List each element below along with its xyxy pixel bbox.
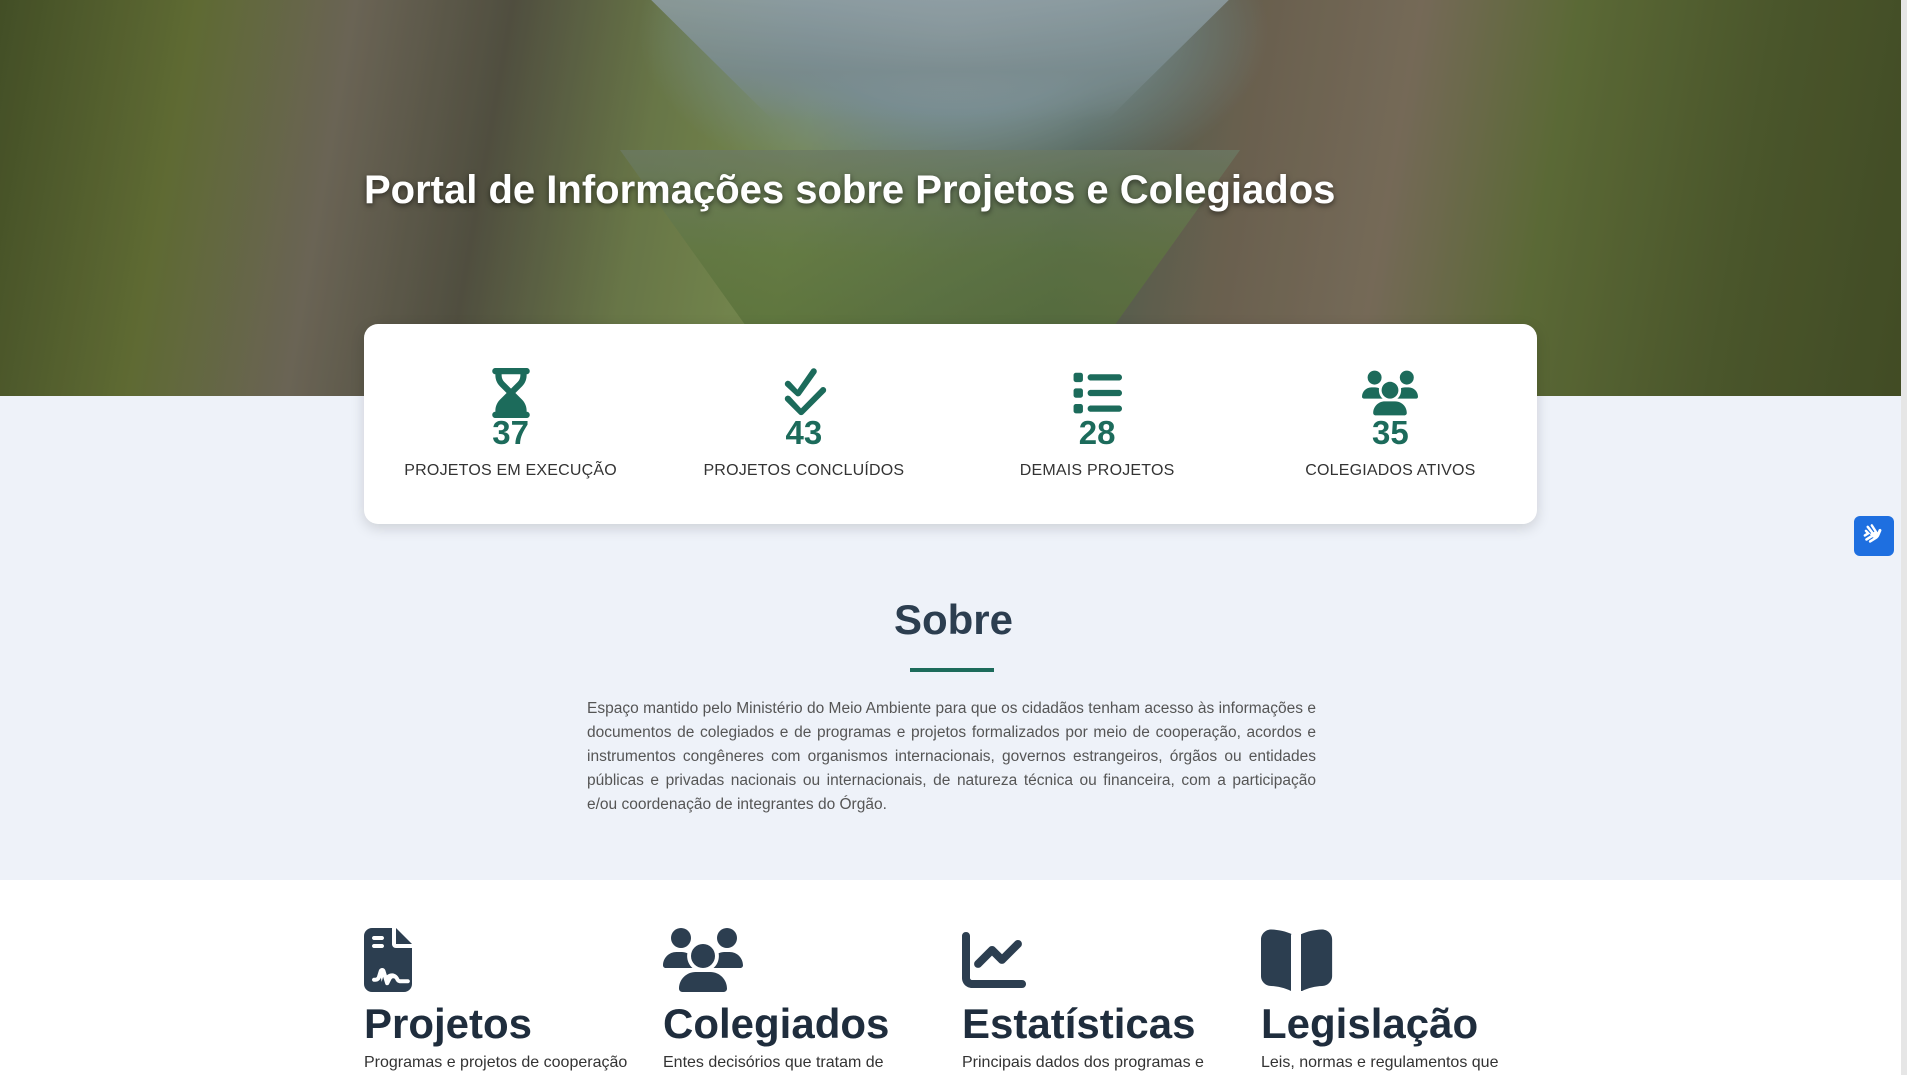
about-divider — [910, 668, 994, 672]
feature-title: Estatísticas — [962, 1000, 1196, 1047]
stat-label: DEMAIS PROJETOS — [1019, 462, 1175, 479]
hourglass-icon — [491, 368, 530, 418]
sign-language-icon — [1863, 524, 1882, 543]
stat-value: 35 — [1372, 414, 1409, 451]
list-icon — [1073, 372, 1123, 414]
feature-title: Colegiados — [663, 1000, 890, 1047]
stat-value: 43 — [785, 414, 823, 451]
feature-desc: Principais dados dos programas e — [962, 1054, 1204, 1071]
stats-card: 37 PROJETOS EM EXECUÇÃO 43 PROJETOS CONC… — [364, 324, 1537, 524]
feature-estatisticas[interactable]: Estatísticas Principais dados dos progra… — [962, 928, 1252, 1072]
book-open-icon — [1261, 929, 1333, 991]
stat-label: PROJETOS CONCLUÍDOS — [703, 462, 905, 479]
page-title: Portal de Informações sobre Projetos e C… — [364, 168, 1336, 212]
users-icon — [1362, 370, 1419, 416]
feature-legislacao[interactable]: Legislação Leis, normas e regulamentos q… — [1261, 928, 1551, 1072]
feature-desc: Entes decisórios que tratam de — [663, 1054, 884, 1071]
feature-desc: Programas e projetos de cooperação — [364, 1054, 628, 1071]
features-section — [0, 880, 1907, 1075]
stat-colegiados-ativos[interactable]: 35 COLEGIADOS ATIVOS — [1244, 324, 1537, 524]
about-title: Sobre — [893, 596, 1014, 643]
stat-value: 37 — [492, 414, 529, 451]
chart-line-icon — [962, 932, 1026, 988]
scrollbar[interactable] — [1901, 0, 1907, 1075]
stat-projetos-concluidos[interactable]: 43 PROJETOS CONCLUÍDOS — [657, 324, 950, 524]
feature-title: Legislação — [1261, 1000, 1479, 1047]
users-icon — [663, 928, 743, 992]
check-double-icon — [784, 368, 827, 416]
stat-value: 28 — [1078, 414, 1116, 451]
about-text: Espaço mantido pelo Ministério do Meio A… — [587, 700, 1316, 813]
feature-projetos[interactable]: Projetos Programas e projetos de coopera… — [364, 928, 654, 1072]
feature-desc: Leis, normas e regulamentos que — [1261, 1054, 1499, 1071]
stat-label: PROJETOS EM EXECUÇÃO — [404, 462, 617, 479]
file-contract-icon — [364, 928, 412, 992]
stat-demais-projetos[interactable]: 28 DEMAIS PROJETOS — [951, 324, 1244, 524]
accessibility-button[interactable] — [1854, 516, 1894, 556]
feature-colegiados[interactable]: Colegiados Entes decisórios que tratam d… — [663, 928, 953, 1072]
stat-label: COLEGIADOS ATIVOS — [1305, 462, 1476, 479]
feature-title: Projetos — [364, 1000, 533, 1047]
stat-projetos-execucao[interactable]: 37 PROJETOS EM EXECUÇÃO — [364, 324, 657, 524]
